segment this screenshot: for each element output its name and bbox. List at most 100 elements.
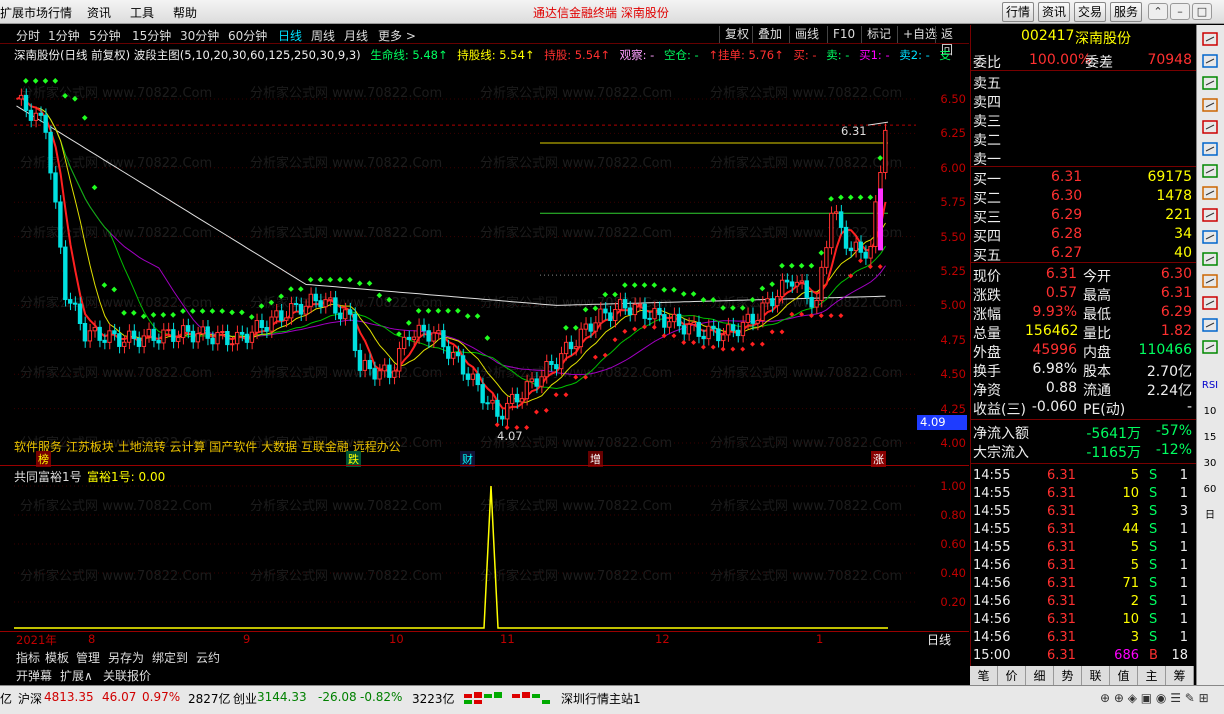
watermark-text: 分析家公式网 www.70822.Com [250,225,442,241]
menu-extended-market[interactable]: 扩展市场行情 [0,4,72,21]
period-60min[interactable]: 60分钟 [228,27,267,44]
side-period-label[interactable]: 15 [1199,429,1221,447]
menu-tools[interactable]: 工具 [130,4,154,21]
main-chart[interactable]: 分析家公式网 www.70822.Com 分析家公式网 www.70822.Com… [0,63,969,463]
date-axis-label: 12 [655,632,670,646]
adjust-button[interactable]: 复权 [719,26,754,43]
stop-dot [52,78,59,84]
draw-line-button[interactable]: 画线 [789,26,824,43]
side-tool-icon[interactable] [1199,97,1221,115]
side-period-label[interactable]: RSI [1199,377,1221,395]
tick-row: 14:56 6.31 10 S 1 [971,612,1196,630]
quote-button[interactable]: 行情 [1002,2,1034,22]
candlestick-chart[interactable]: 分析家公式网 www.70822.Com 分析家公式网 www.70822.Com… [0,63,969,463]
status-icons[interactable]: ⊕ ⊕ ◈ ▣ ◉ ☰ ✎ ⊞ [1100,691,1209,705]
trade-button[interactable]: 交易 [1074,2,1106,22]
panel-tab[interactable]: 价 [998,666,1026,686]
flow-percent: -57% [1155,423,1192,439]
panel-tab[interactable]: 联 [1082,666,1110,686]
stat-value: 9.93% [1032,304,1077,320]
tab-indicator[interactable]: 指标 [16,649,40,666]
overlay-button[interactable]: 叠加 [752,26,787,43]
minimize-icon[interactable]: – [1170,3,1190,20]
tab-template[interactable]: 模板 [45,649,69,666]
index1-name[interactable]: 沪深 [18,690,42,707]
side-tool-icon[interactable] [1199,163,1221,181]
quote-panel: 002417 深南股份 委比 100.00% 委差 70948 卖五 卖四 卖三 卖二… [970,25,1196,690]
candle-body [681,325,687,335]
tab-save-as[interactable]: 另存为 [108,649,144,666]
period-5min[interactable]: 5分钟 [89,27,121,44]
candle-body [342,309,348,320]
service-button[interactable]: 服务 [1110,2,1142,22]
stock-header: 002417 深南股份 [971,28,1196,48]
flow-row: 大宗流入 -1165万 -12% [971,442,1196,461]
panel-tab[interactable]: 笔 [970,666,998,686]
side-tool-icon[interactable] [1199,141,1221,159]
sub-chart[interactable]: 分析家公式网 www.70822.Com 分析家公式网 www.70822.Com… [0,470,969,630]
panel-tab[interactable]: 细 [1026,666,1054,686]
side-tool-icon[interactable] [1199,119,1221,137]
period-weekly[interactable]: 周线 [311,27,335,44]
tab-related-quote[interactable]: 关联报价 [103,667,151,684]
support-dot [671,333,677,339]
tab-manage[interactable]: 管理 [76,649,100,666]
period-more[interactable]: 更多 > [378,27,416,44]
side-tool-icon[interactable] [1199,317,1221,335]
tick-row: 14:56 6.31 5 S 1 [971,558,1196,576]
candle-body [779,279,785,298]
side-tool-icon[interactable] [1199,251,1221,269]
side-tool-icon[interactable] [1199,207,1221,225]
side-tool-icon[interactable] [1199,185,1221,203]
side-tool-icon[interactable] [1199,229,1221,247]
menu-news[interactable]: 资讯 [87,4,111,21]
candle-body [696,321,701,337]
side-tool-icon[interactable] [1199,273,1221,291]
side-period-label[interactable]: 30 [1199,455,1221,473]
index2-name[interactable]: 创业 [233,690,257,707]
period-1min[interactable]: 1分钟 [48,27,80,44]
mark-button[interactable]: 标记 [861,26,896,43]
panel-tab[interactable]: 筹 [1166,666,1194,686]
side-tool-icon[interactable] [1199,295,1221,313]
period-timeshare[interactable]: 分时 [16,27,40,44]
back-button[interactable]: 返回 [935,26,969,57]
f10-button[interactable]: F10 [827,26,860,43]
stop-dot [229,309,235,316]
side-period-label[interactable]: 10 [1199,403,1221,421]
candle-body [647,317,652,320]
panel-tab[interactable]: 势 [1054,666,1082,686]
period-30min[interactable]: 30分钟 [180,27,219,44]
candle-body [617,299,623,311]
period-15min[interactable]: 15分钟 [132,27,171,44]
period-daily[interactable]: 日线 [278,27,302,44]
tick-time: 14:55 [973,486,1011,501]
side-tool-icon[interactable] [1199,53,1221,71]
panel-tab[interactable]: 主 [1138,666,1166,686]
candle-body [313,293,318,302]
date-axis-label: 10 [389,632,404,646]
server-name[interactable]: 深圳行情主站1 [561,690,641,707]
tick-volume: 10 [1122,612,1139,627]
sub-chart-plot[interactable]: 分析家公式网 www.70822.Com 分析家公式网 www.70822.Com… [0,470,969,630]
period-monthly[interactable]: 月线 [344,27,368,44]
tick-row: 14:56 6.31 71 S 1 [971,576,1196,594]
side-period-label[interactable]: 日 [1199,507,1221,525]
collapse-icon[interactable]: ⌃ [1148,3,1168,20]
panel-tab[interactable]: 值 [1110,666,1138,686]
candle-body [176,337,181,342]
tab-extend[interactable]: 扩展∧ [60,667,93,684]
concept-tags[interactable]: 软件服务 江苏板块 土地流转 云计算 国产软件 大数据 互联金融 远程办公 [14,438,401,455]
side-tool-icon[interactable] [1199,75,1221,93]
tab-cloud[interactable]: 云约 [196,649,220,666]
side-tool-icon[interactable] [1199,31,1221,49]
maximize-icon[interactable]: □ [1192,3,1212,20]
stat-label: PE(动) [1083,402,1126,418]
tab-bind-to[interactable]: 绑定到 [152,649,188,666]
candle-body [131,330,137,339]
side-period-label[interactable]: 60 [1199,481,1221,499]
side-tool-icon[interactable] [1199,339,1221,357]
tab-danmaku[interactable]: 开弹幕 [16,667,52,684]
news-button[interactable]: 资讯 [1038,2,1070,22]
menu-help[interactable]: 帮助 [173,4,197,21]
